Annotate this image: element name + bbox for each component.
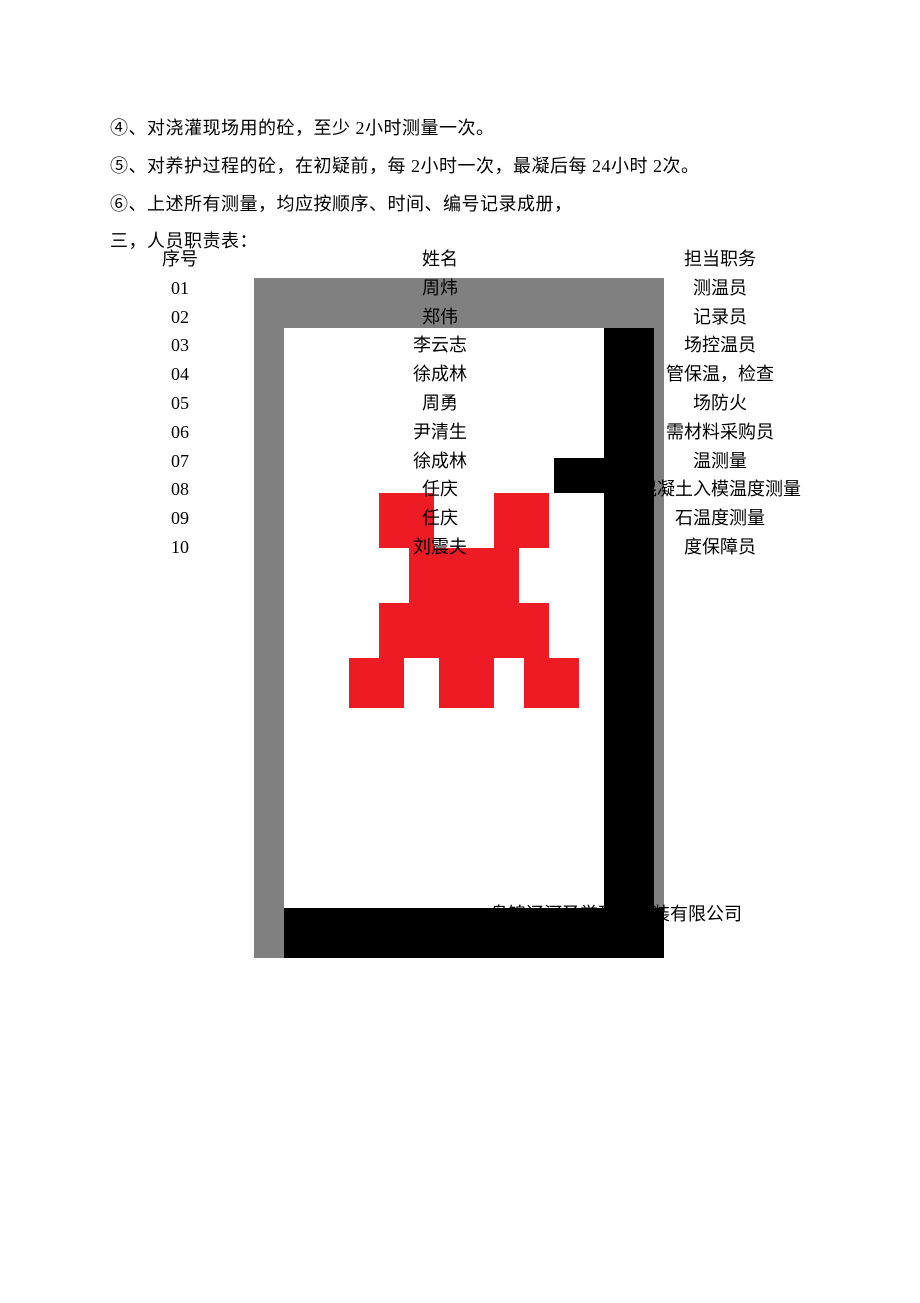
cell-seq: 04: [110, 360, 250, 389]
company-footer: 盘锦辽河圣誉建筑安装有限公司: [490, 900, 742, 926]
cell-seq: 09: [110, 504, 250, 533]
paragraph-4: ④、对浇灌现场用的砼，至少 2小时测量一次。: [110, 110, 810, 148]
watermark-overlay: [254, 278, 664, 958]
cell-seq: 01: [110, 274, 250, 303]
cell-seq: 05: [110, 389, 250, 418]
cell-seq: 02: [110, 303, 250, 332]
document-body: ④、对浇灌现场用的砼，至少 2小时测量一次。 ⑤、对养护过程的砼，在初疑前，每 …: [0, 0, 920, 261]
cell-seq: 08: [110, 475, 250, 504]
cell-seq: 07: [110, 447, 250, 476]
cell-seq: 03: [110, 331, 250, 360]
paragraph-5: ⑤、对养护过程的砼，在初疑前，每 2小时一次，最凝后每 24小时 2次。: [110, 148, 810, 186]
black-shadow: [604, 328, 664, 958]
red-glyph: [364, 493, 564, 708]
cell-seq: 06: [110, 418, 250, 447]
cell-seq: 10: [110, 533, 250, 562]
paragraph-6: ⑥、上述所有测量，均应按顺序、时间、编号记录成册，: [110, 186, 810, 224]
section-3-heading: 三，人员职责表：: [110, 223, 810, 261]
